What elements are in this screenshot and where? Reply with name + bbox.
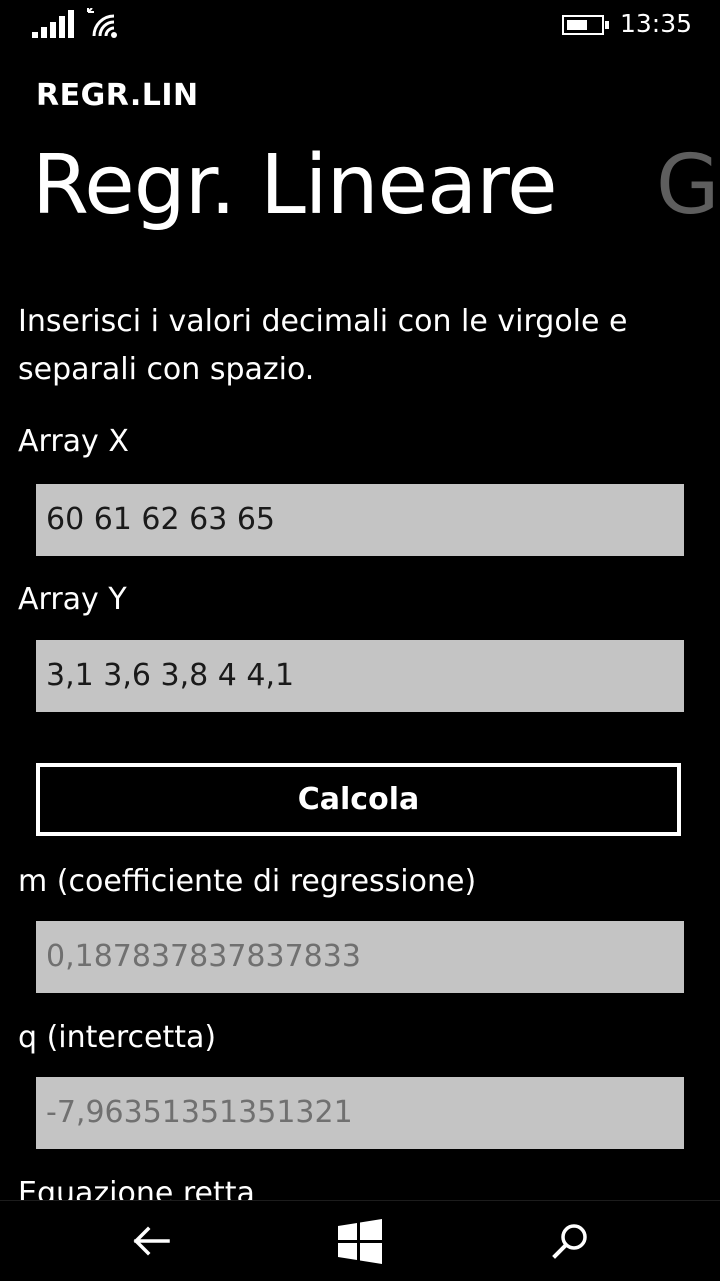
- start-button[interactable]: [300, 1201, 420, 1281]
- q-label: q (intercetta): [18, 1020, 217, 1055]
- array-y-input[interactable]: 3,1 3,6 3,8 4 4,1: [36, 640, 684, 712]
- m-output-field[interactable]: 0,187837837837833: [36, 921, 684, 993]
- calcola-button[interactable]: Calcola: [36, 763, 681, 836]
- instructions-text: Inserisci i valori decimali con le virgo…: [18, 304, 628, 387]
- back-arrow-icon: [133, 1226, 170, 1256]
- array-x-input[interactable]: 60 61 62 63 65: [36, 484, 684, 556]
- array-x-label: Array X: [18, 424, 129, 459]
- app-title: REGR.LIN: [36, 78, 199, 113]
- search-button[interactable]: [510, 1201, 630, 1281]
- pivot-tab-regr-lineare[interactable]: Regr. Lineare: [32, 128, 558, 244]
- content-scroll-area[interactable]: Inserisci i valori decimali con le virgo…: [0, 290, 720, 1200]
- back-button[interactable]: [92, 1201, 212, 1281]
- pivot-tab-next[interactable]: G: [656, 128, 720, 244]
- pivot-header: Regr. Lineare G: [0, 128, 720, 248]
- wifi-icon: [87, 8, 117, 38]
- navigation-bar: [0, 1200, 720, 1281]
- equation-label: Equazione retta: [18, 1176, 255, 1200]
- battery-icon: [562, 15, 609, 35]
- array-y-label: Array Y: [18, 582, 127, 617]
- m-label: m (coefficiente di regressione): [18, 864, 477, 899]
- windows-start-icon: [338, 1219, 382, 1264]
- status-bar: 13:35: [0, 0, 720, 50]
- search-icon: [552, 1224, 587, 1259]
- q-output-field[interactable]: -7,96351351351321: [36, 1077, 684, 1149]
- signal-icon: [32, 10, 74, 38]
- status-clock: 13:35: [620, 9, 693, 38]
